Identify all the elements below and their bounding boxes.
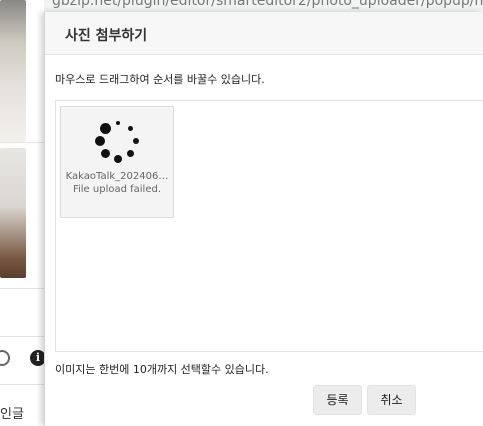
spinner-dot — [99, 122, 111, 134]
photo-attach-popup: 사진 첨부하기 마우스로 드래그하여 순서를 바꿀수 있습니다. KakaoTa… — [44, 12, 483, 426]
background-photo — [0, 0, 26, 142]
background-page: i 인글 — [0, 0, 48, 426]
spinner-dot — [128, 125, 134, 131]
drag-instruction: 마우스로 드래그하여 순서를 바꿀수 있습니다. — [55, 73, 265, 86]
upload-status: File upload failed. — [72, 184, 162, 195]
spinner-dot — [100, 149, 110, 159]
image-drop-area[interactable]: KakaoTalk_202406… File upload failed. — [55, 100, 483, 352]
popup-header: 사진 첨부하기 — [45, 12, 483, 55]
cancel-button[interactable]: 취소 — [367, 385, 416, 415]
divider — [0, 384, 48, 385]
spinner-dot — [116, 121, 120, 125]
spinner-dot — [95, 136, 105, 146]
file-name: KakaoTalk_202406… — [65, 171, 169, 182]
image-thumbnail[interactable]: KakaoTalk_202406… File upload failed. — [60, 106, 174, 218]
emoji-icon[interactable] — [0, 350, 10, 366]
url-text: gbzip.net/plugin/editor/smarteditor2/pho… — [52, 0, 483, 9]
popup-title: 사진 첨부하기 — [65, 28, 148, 44]
loading-spinner-icon — [94, 117, 142, 165]
upload-limit-note: 이미지는 한번에 10개까지 선택할수 있습니다. — [55, 363, 269, 376]
divider — [0, 336, 48, 337]
background-photo — [0, 148, 26, 278]
browser-url-bar[interactable]: gbzip.net/plugin/editor/smarteditor2/pho… — [44, 0, 483, 12]
spinner-dot — [127, 150, 135, 158]
divider — [0, 288, 48, 289]
background-text: 인글 — [0, 407, 24, 422]
spinner-dot — [114, 155, 122, 163]
spinner-dot — [133, 138, 139, 144]
submit-button[interactable]: 등록 — [313, 385, 362, 415]
